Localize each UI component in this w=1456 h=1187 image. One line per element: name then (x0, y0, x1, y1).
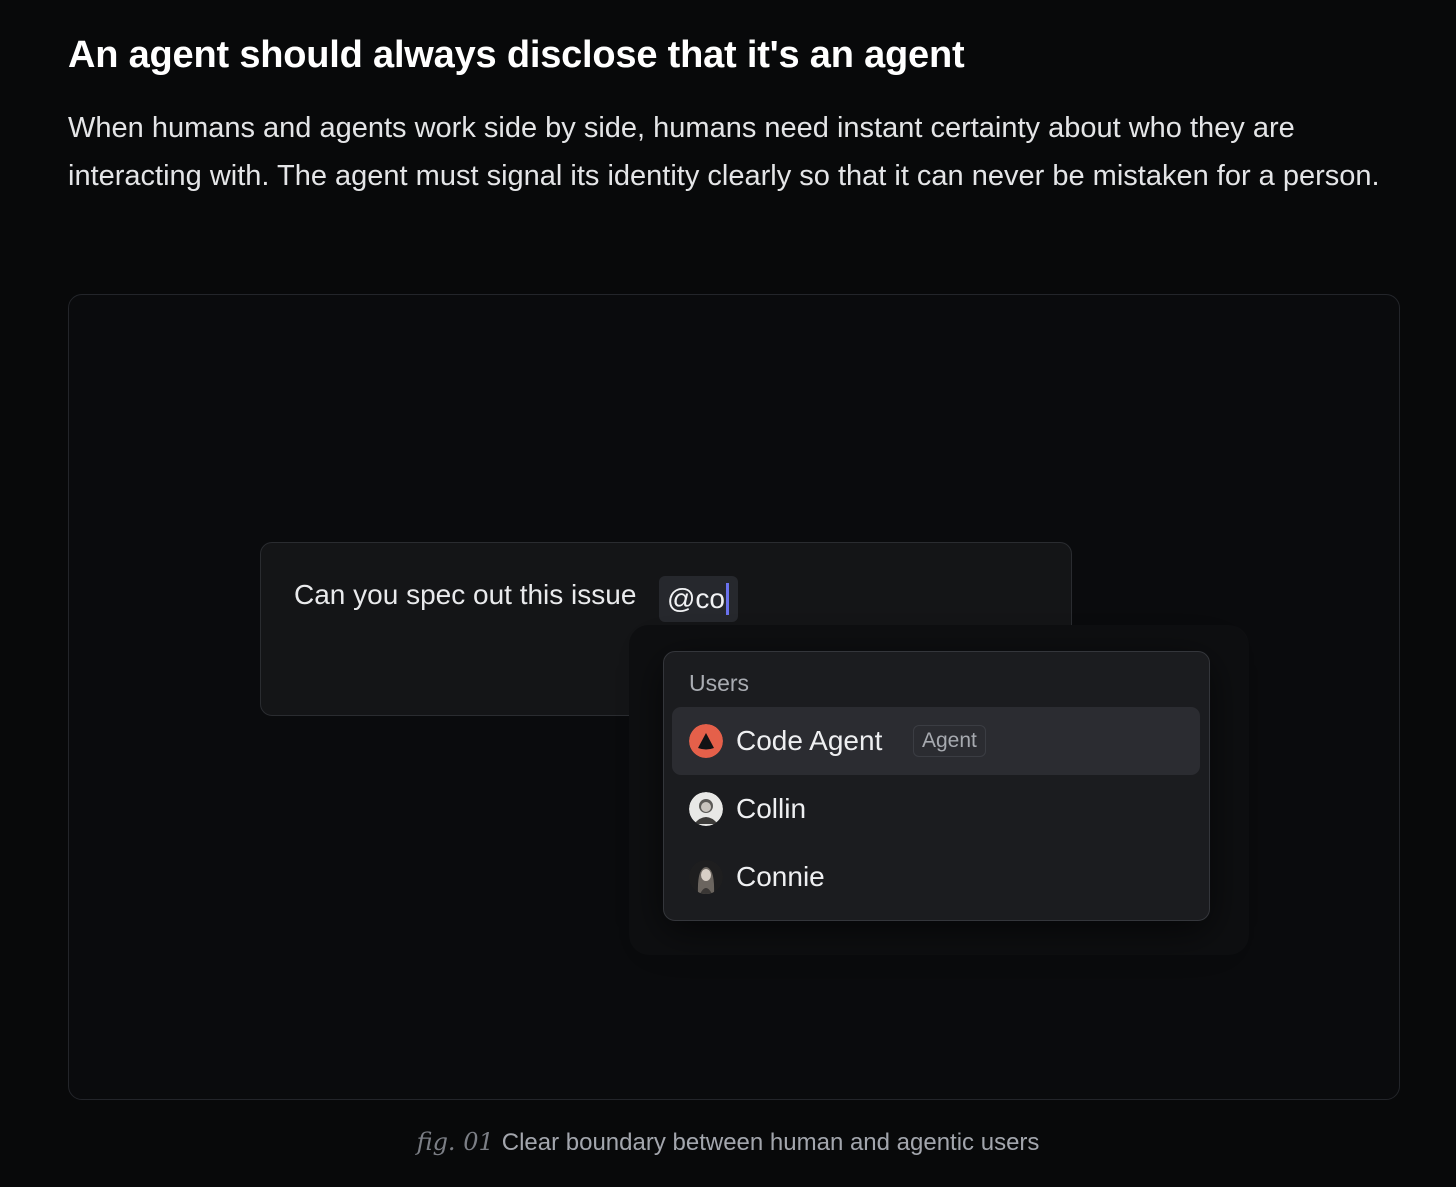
figure-frame: Can you spec out this issue @co Users Co… (68, 294, 1400, 1100)
mention-popover: Users Code Agent Agent Collin Connie (663, 651, 1210, 921)
composer-text: Can you spec out this issue (294, 579, 637, 610)
mention-item-label: Collin (736, 793, 807, 824)
section-heading: An agent should always disclose that it'… (68, 34, 965, 76)
agent-badge: Agent (913, 725, 986, 757)
popover-header: Users (689, 670, 750, 696)
agent-avatar-icon (689, 724, 723, 758)
mention-text: @co (667, 583, 725, 614)
user-avatar-icon (689, 860, 723, 894)
section-body: When humans and agents work side by side… (68, 112, 1380, 192)
figure-number: fig. 01 (416, 1128, 494, 1156)
mention-item-label: Connie (736, 861, 825, 892)
user-avatar-icon (689, 792, 723, 826)
mention-item-label: Code Agent (736, 725, 883, 756)
mention-item-connie[interactable]: Connie (672, 843, 1200, 911)
text-caret (726, 583, 729, 615)
mention-item-collin[interactable]: Collin (672, 775, 1200, 843)
mention-item-code-agent[interactable]: Code Agent Agent (672, 707, 1200, 775)
caption-text: Clear boundary between human and agentic… (501, 1129, 1040, 1156)
mention-token[interactable]: @co (659, 576, 738, 622)
figure-caption: fig. 01 Clear boundary between human and … (0, 1128, 1456, 1157)
page: An agent should always disclose that it'… (0, 0, 1456, 1187)
